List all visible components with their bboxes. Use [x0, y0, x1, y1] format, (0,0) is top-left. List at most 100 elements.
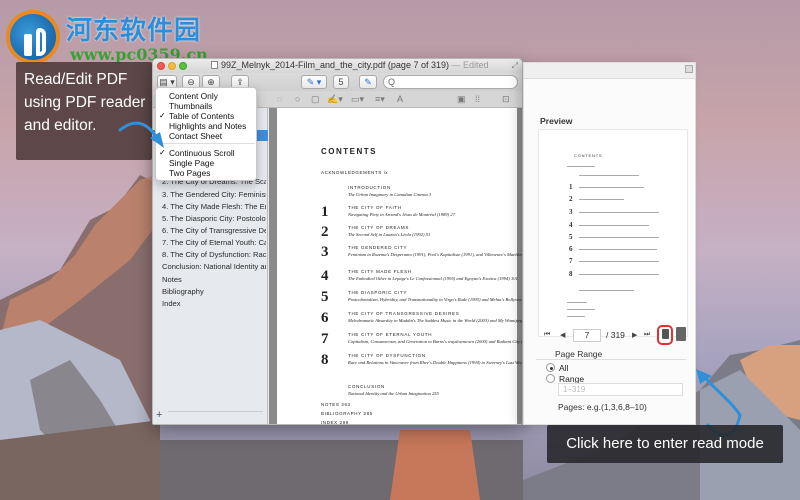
resize-icon[interactable]	[685, 65, 693, 73]
menu-item-continuous-scroll[interactable]: Continuous Scroll	[169, 148, 235, 158]
entry-subtitle: National Identity and the Urban Imaginat…	[348, 391, 439, 396]
callout-line: Read/Edit PDF	[24, 71, 128, 88]
current-page-input[interactable]: 7	[573, 329, 601, 342]
entry-subtitle: Melodramatic Absurdity in Maddin's The S…	[348, 318, 523, 323]
preview-text-line	[579, 237, 659, 238]
sidebar-divider	[168, 411, 263, 412]
search-input[interactable]: Q	[383, 75, 518, 89]
markup-toolbar-button[interactable]: ✎	[359, 75, 377, 89]
all-pages-radio[interactable]	[546, 363, 555, 372]
menu-item-highlights-and-notes[interactable]: Highlights and Notes	[169, 121, 246, 131]
note-icon[interactable]: ▢	[311, 94, 320, 105]
preview-chapter-number: 6	[569, 245, 573, 253]
toc-item[interactable]: Conclusion: National Identity an...	[162, 262, 266, 271]
preview-text-line	[579, 225, 649, 226]
signature-icon[interactable]: ✍▾	[327, 94, 343, 105]
toc-item[interactable]: 6. The City of Transgressive De...	[162, 226, 266, 235]
entry-subtitle: The Embodied Other in Lepage's Le Confes…	[348, 276, 518, 281]
toc-item[interactable]: 5. The Diasporic City: Postcolon...	[162, 214, 266, 223]
checkmark-icon: ✓	[159, 111, 166, 120]
preview-text-line	[579, 187, 644, 188]
feature-callout: Read/Edit PDF using PDF reader and edito…	[16, 62, 152, 160]
contents-entry: NOTES 263	[321, 402, 351, 407]
toc-item[interactable]: 7. The City of Eternal Youth: Ca...	[162, 238, 266, 247]
menu-item-thumbnails[interactable]: Thumbnails	[169, 101, 212, 111]
close-button[interactable]	[157, 62, 165, 70]
all-pages-label: All	[559, 363, 569, 373]
preview-text-line	[567, 316, 585, 317]
entry-label: CONCLUSION	[348, 384, 386, 389]
export-document-icon[interactable]	[676, 327, 686, 341]
previous-page-icon[interactable]: ◀	[560, 331, 565, 339]
stamp-icon[interactable]: ▣	[457, 94, 466, 105]
page-range-input[interactable]: 1–319	[558, 383, 683, 396]
document-title: 99Z_Melnyk_2014-Film_and_the_city.pdf (p…	[211, 60, 489, 70]
contents-entry: BIBLIOGRAPHY 285	[321, 411, 373, 416]
fullscreen-icon[interactable]: ⤢	[512, 61, 518, 71]
menu-item-single-page[interactable]: Single Page	[169, 158, 214, 168]
last-page-icon[interactable]: ⏭	[644, 331, 650, 339]
toc-item[interactable]: Bibliography	[162, 287, 266, 296]
crop-icon[interactable]: ⊡	[502, 94, 510, 105]
minimize-button[interactable]	[168, 62, 176, 70]
chapter-number: 1	[321, 204, 329, 220]
menu-item-contact-sheet[interactable]: Contact Sheet	[169, 131, 222, 141]
preview-text-line	[567, 309, 595, 310]
menu-item-content-only[interactable]: Content Only	[169, 91, 218, 101]
toc-item[interactable]: Notes	[162, 275, 266, 284]
preview-text-line	[579, 290, 634, 291]
chapter-number: 4	[321, 268, 329, 284]
document-icon	[211, 61, 218, 69]
entry-subtitle: The Urban Imaginary in Canadian Cinema 3	[348, 192, 432, 197]
preview-text-line	[579, 175, 639, 176]
preview-chapter-number: 4	[569, 221, 573, 229]
color-picker-icon[interactable]: ▭▾	[351, 94, 364, 105]
pen-tool-button[interactable]: ✎ ▾	[301, 75, 327, 89]
chapter-number: 6	[321, 310, 329, 326]
toc-item[interactable]: 3. The Gendered City: Feminism...	[162, 190, 266, 199]
entry-label: THE CITY OF ETERNAL YOUTH	[348, 332, 433, 337]
oval-shape-icon[interactable]: ○	[295, 94, 300, 104]
preview-heading: CONTENTS	[574, 153, 603, 158]
document-view[interactable]: CONTENTS ACKNOWLEDGEMENTS ix INTRODUCTIO…	[269, 108, 523, 424]
speech-bubble-icon[interactable]: ◌	[277, 94, 282, 104]
range-radio[interactable]	[546, 374, 555, 383]
page-preview: CONTENTS 1 2 3 4 5 6 7 8	[538, 129, 688, 337]
preview-text-line	[579, 274, 659, 275]
contents-heading: CONTENTS	[321, 147, 377, 156]
preview-label: Preview	[540, 116, 573, 126]
entry-subtitle: Feminism in Rozema's Desperanto (1991), …	[348, 252, 522, 257]
total-pages: / 319	[606, 330, 625, 340]
entry-label: THE DIASPORIC CITY	[348, 290, 408, 295]
callout-line: and editor.	[24, 117, 97, 134]
read-mode-button[interactable]	[657, 325, 673, 345]
document-icon	[662, 329, 669, 339]
chapter-number: 5	[321, 289, 329, 305]
first-page-icon[interactable]: ⏮	[544, 331, 550, 339]
preview-text-line	[567, 302, 587, 303]
toc-item[interactable]: 8. The City of Dysfunction: Race...	[162, 250, 266, 259]
chapter-number: 3	[321, 244, 329, 260]
chapter-number: 7	[321, 331, 329, 347]
next-page-icon[interactable]: ▶	[632, 331, 637, 339]
preview-text-line	[579, 261, 659, 262]
text-style-icon[interactable]: A	[397, 94, 403, 104]
menu-item-two-pages[interactable]: Two Pages	[169, 168, 210, 178]
pdf-page: CONTENTS ACKNOWLEDGEMENTS ix INTRODUCTIO…	[277, 108, 523, 424]
add-bookmark-button[interactable]: +	[156, 409, 162, 421]
page-counter-button[interactable]: 5	[333, 75, 349, 89]
entry-subtitle: Capitalism, Consumerism, and Generation …	[348, 339, 523, 344]
page-range-title: Page Range	[552, 349, 606, 359]
panel-header	[524, 63, 695, 79]
menu-item-table-of-contents[interactable]: Table of Contents	[169, 111, 234, 121]
title-bar: 99Z_Melnyk_2014-Film_and_the_city.pdf (p…	[153, 59, 522, 73]
maximize-button[interactable]	[179, 62, 187, 70]
chapter-number: 8	[321, 352, 329, 368]
watermark-logo-icon	[6, 10, 60, 64]
selection-icon[interactable]: ⁞⁞	[475, 94, 480, 104]
preview-text-line	[567, 166, 595, 167]
line-style-icon[interactable]: ≡▾	[375, 94, 385, 105]
toc-item[interactable]: 4. The City Made Flesh: The Em...	[162, 202, 266, 211]
preview-chapter-number: 1	[569, 183, 573, 191]
toc-item[interactable]: Index	[162, 299, 266, 308]
